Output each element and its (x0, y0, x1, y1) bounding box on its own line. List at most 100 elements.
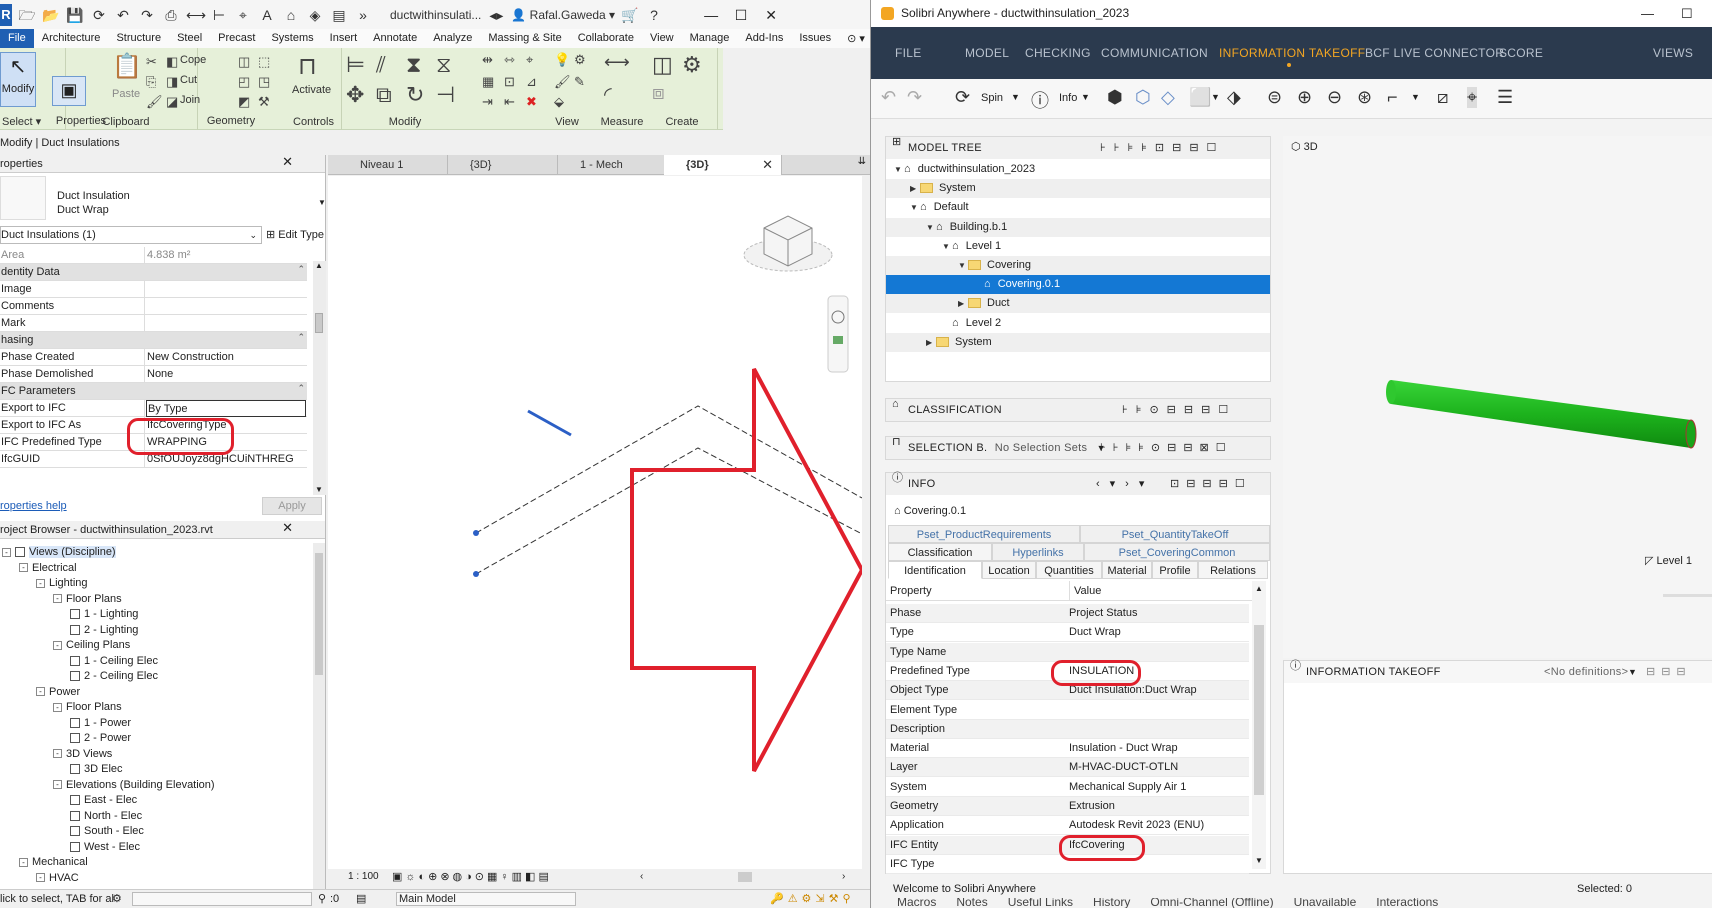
open-icon[interactable]: 🗁 (18, 8, 36, 22)
box-dropdown-icon[interactable]: ▼ (1211, 92, 1220, 102)
browser-node[interactable]: 2 - Ceiling Elec (70, 669, 158, 684)
ribbon-options-icon[interactable]: ⊙ ▾ (847, 32, 865, 45)
collapse-toggle-icon[interactable]: - (53, 780, 62, 790)
browser-node[interactable]: South - Elec (70, 824, 144, 839)
measure-icon[interactable]: ⌐ (1387, 87, 1398, 108)
paste-label[interactable]: Paste (112, 88, 140, 100)
join-label[interactable]: Join (180, 94, 200, 106)
unpin-icon[interactable]: ⌖ (526, 52, 533, 68)
model-icon[interactable]: ⬢ (1107, 87, 1123, 108)
browser-node[interactable]: North - Elec (70, 809, 142, 824)
info-nav-icons[interactable]: ‹▾›▾ (1096, 473, 1154, 495)
browser-node[interactable]: - Floor Plans (53, 592, 122, 607)
switch-windows-icon[interactable]: ▤ (330, 8, 348, 22)
help-icon[interactable]: ? (645, 8, 663, 22)
measure-between-icon[interactable]: ⟷ (604, 52, 630, 73)
property-row[interactable]: Phase Demolished None (0, 366, 307, 383)
menu-add-ins[interactable]: Add-Ins (737, 29, 791, 48)
property-group[interactable]: dentity Data ⌃ (0, 264, 307, 281)
info-tab-identification[interactable]: Identification (888, 561, 982, 579)
align-icon[interactable]: ⊨ (346, 52, 365, 78)
browser-node[interactable]: - Power (36, 685, 80, 700)
scale-icon[interactable]: ⊡ (504, 74, 515, 90)
view-controls-icon[interactable]: ▣☼◐⊕⊗◍◑⊙▦♀▥◧▤ (392, 869, 552, 885)
copy-modify-icon[interactable]: ⧉ (376, 82, 392, 108)
collapse-toggle-icon[interactable]: - (53, 749, 62, 759)
spin-label[interactable]: Spin (981, 92, 1003, 104)
nav-bcf-live-connector[interactable]: BCF LIVE CONNECTOR (1365, 27, 1504, 79)
property-row[interactable]: Phase Created New Construction (0, 349, 307, 366)
isolate-icon[interactable]: ◇ (1161, 87, 1175, 108)
activate-icon[interactable]: ⊓ (298, 52, 317, 81)
print-icon[interactable]: ⎙ (162, 8, 180, 22)
menu-insert[interactable]: Insert (322, 29, 366, 48)
menu-view[interactable]: View (642, 29, 682, 48)
instance-selector[interactable]: Duct Insulations (1) ⌄ (0, 226, 262, 244)
radial-dimension-icon[interactable]: ◜ (604, 82, 612, 107)
nav-communication[interactable]: COMMUNICATION (1101, 27, 1208, 79)
nav-file[interactable]: FILE (895, 27, 922, 79)
browser-node[interactable]: - Floor Plans (53, 700, 122, 715)
cope-icon[interactable]: ◧ (166, 54, 178, 70)
collapse-toggle-icon[interactable]: - (36, 687, 45, 697)
redo-icon[interactable]: ↷ (138, 8, 156, 22)
zoom-in-icon[interactable]: ⊕ (1297, 87, 1312, 108)
more-icon[interactable]: » (354, 8, 372, 22)
split-icon[interactable]: ⇹ (482, 52, 493, 68)
slice-icon[interactable]: ⧄ (1437, 87, 1448, 108)
col-property[interactable]: Property (890, 581, 932, 601)
box-icon[interactable]: ⬜ (1189, 87, 1211, 108)
apply-button[interactable]: Apply (262, 497, 322, 515)
trim-icon[interactable]: ⊣ (436, 82, 455, 108)
close-icon[interactable]: ✕ (759, 8, 783, 22)
tree-node[interactable]: ▶ System (886, 179, 1270, 199)
maximize-icon[interactable]: ☐ (1681, 0, 1693, 27)
design-option-dropdown[interactable]: Main Model (396, 892, 576, 906)
measure-icon[interactable]: ⟷ (186, 8, 206, 22)
menu-massing-site[interactable]: Massing & Site (480, 29, 569, 48)
tree-node[interactable]: ⌂ Covering.0.1 (886, 275, 1270, 295)
spin-icon[interactable]: ⟳ (955, 87, 970, 108)
collapse-toggle-icon[interactable]: - (53, 594, 62, 604)
menu-file[interactable]: File (0, 29, 34, 48)
create-group-icon[interactable]: ⧈ (652, 82, 665, 105)
browser-node[interactable]: East - Elec (70, 793, 137, 808)
tree-node[interactable]: ▼ ⌂ Level 1 (886, 237, 1270, 256)
info-tab-pset-quantitytakeoff[interactable]: Pset_QuantityTakeOff (1080, 525, 1270, 543)
array-icon[interactable]: ▦ (482, 74, 494, 90)
info-row[interactable]: Material Insulation - Duct Wrap (886, 739, 1249, 759)
nav-views[interactable]: VIEWS (1653, 27, 1693, 79)
tree-node[interactable]: ▼ ⌂ ductwithinsulation_2023 (886, 160, 1270, 179)
layers-icon[interactable]: ☰ (1497, 87, 1513, 108)
takeoff-tools[interactable]: ⊟⊟⊟ (1646, 661, 1692, 683)
menu-manage[interactable]: Manage (682, 29, 738, 48)
info-tools[interactable]: ⊡⊟⊟⊟☐ (1170, 473, 1252, 495)
tab-1-mech[interactable]: 1 - Mech (558, 155, 668, 175)
info-row[interactable]: Description (886, 719, 1249, 739)
level-slider[interactable] (1663, 594, 1712, 597)
collapse-toggle-icon[interactable]: - (53, 640, 62, 650)
info-tab-pset-productrequirements[interactable]: Pset_ProductRequirements (888, 525, 1080, 543)
sync-icon[interactable]: ⟳ (90, 8, 108, 22)
scroll-up-icon[interactable]: ▲ (1255, 585, 1263, 593)
menu-issues[interactable]: Issues (791, 29, 839, 48)
menu-steel[interactable]: Steel (169, 29, 210, 48)
hide-icon[interactable]: 💡 (554, 52, 570, 68)
selected-insulation[interactable] (527, 409, 572, 437)
property-value[interactable] (146, 315, 306, 332)
property-group[interactable]: hasing ⌃ (0, 332, 307, 349)
info-tab-classification[interactable]: Classification (888, 543, 992, 561)
property-row[interactable]: Image (0, 281, 307, 298)
properties-scrollbar[interactable]: ▲ ▼ (313, 261, 326, 495)
zoom-window-icon[interactable]: ⊛ (1357, 87, 1372, 108)
paint-icon[interactable]: 🖌 (554, 74, 571, 90)
expand-toggle-icon[interactable]: ▼ (958, 256, 968, 275)
collapse-toggle-icon[interactable]: - (36, 873, 45, 883)
cut-label[interactable]: Cut (180, 74, 197, 86)
minimize-icon[interactable]: — (699, 8, 723, 22)
rotate-icon[interactable]: ↻ (406, 82, 424, 108)
tree-node[interactable]: ▼ Covering (886, 256, 1270, 275)
edit-type-button[interactable]: ⊞ Edit Type (266, 226, 326, 244)
mirror-draw-icon[interactable]: ⧖ (436, 52, 451, 78)
tree-node[interactable]: ▼ ⌂ Building.b.1 (886, 217, 1270, 237)
